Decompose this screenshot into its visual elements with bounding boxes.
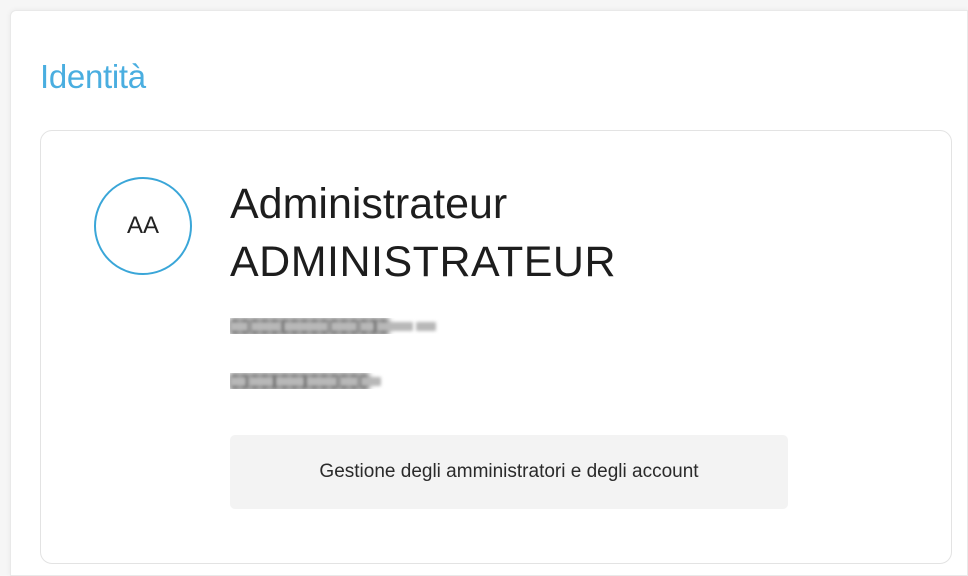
user-email-redacted: ████████████████	[230, 318, 470, 334]
redaction-blur	[230, 318, 470, 334]
section-title: Identità	[40, 58, 146, 95]
manage-admins-accounts-button[interactable]: Gestione degli amministratori e degli ac…	[230, 435, 788, 509]
redaction-blur	[230, 373, 442, 389]
identity-panel: Identità AA Administrateur ADMINISTRATEU…	[10, 10, 968, 576]
user-phone-redacted: ██████████████	[230, 373, 442, 389]
user-first-name: Administrateur	[230, 180, 508, 228]
identity-card: AA Administrateur ADMINISTRATEUR ███████…	[40, 130, 952, 564]
user-last-name: ADMINISTRATEUR	[230, 238, 617, 286]
avatar: AA	[94, 177, 192, 275]
avatar-initials: AA	[126, 212, 159, 239]
